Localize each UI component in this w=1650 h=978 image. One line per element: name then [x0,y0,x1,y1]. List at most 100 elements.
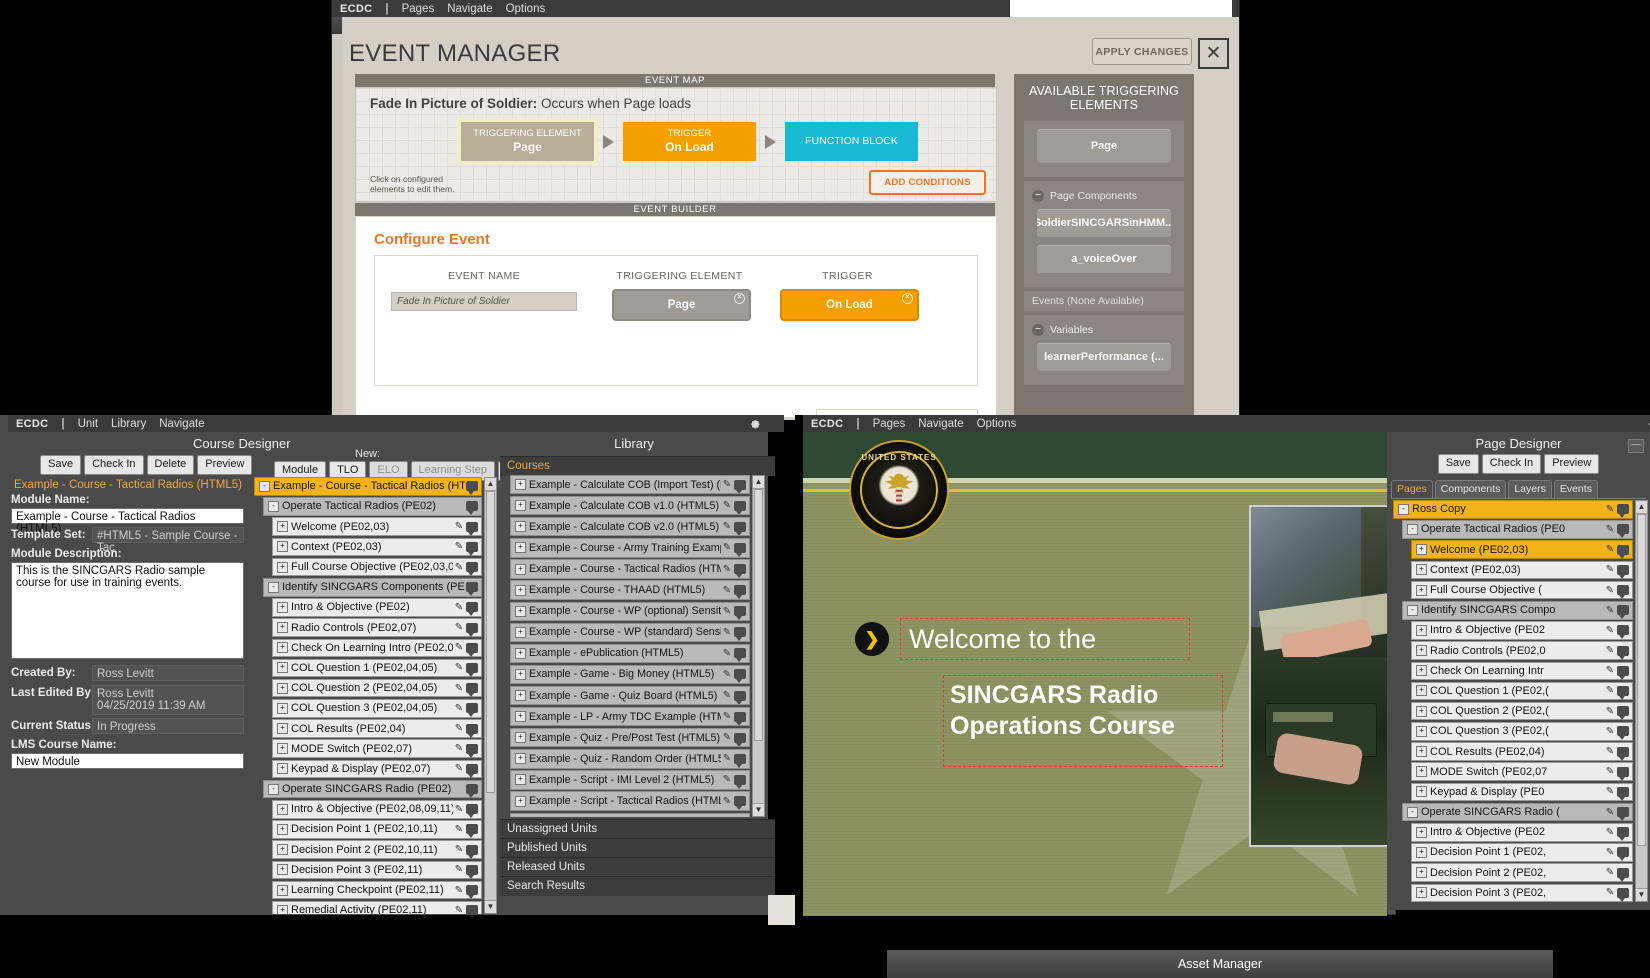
tree-item[interactable]: - Operate Tactical Radios (PE0 ✎ [1402,520,1633,539]
comment-bubble-icon[interactable] [734,732,746,747]
library-scroll-thumb[interactable] [754,489,763,741]
comment-bubble-icon[interactable] [1617,746,1629,761]
chip-triggering-element-remove-icon[interactable]: × [734,293,745,304]
tree-item[interactable]: + Context (PE02,03) ✎ [1411,560,1633,580]
comment-bubble-icon[interactable] [466,481,478,496]
comment-bubble-icon[interactable] [466,562,478,577]
edit-pencil-icon[interactable]: ✎ [1604,746,1616,757]
expand-toggle-icon[interactable]: + [1416,544,1427,556]
event-name-input[interactable]: Fade In Picture of Soldier [391,292,577,311]
collapse-toggle-icon[interactable]: - [1407,523,1418,535]
edit-pencil-icon[interactable]: ✎ [1604,706,1616,717]
expand-toggle-icon[interactable]: + [277,682,288,694]
comment-bubble-icon[interactable] [734,648,746,663]
menu-item-library[interactable]: Library [111,418,146,430]
rail-component-voiceover[interactable]: a_voiceOver [1036,244,1172,274]
edit-pencil-icon[interactable]: ✎ [1604,887,1616,898]
expand-toggle-icon[interactable]: + [277,622,288,634]
slide-preview[interactable]: UNITED STATES ❯ Welcome to the SINCGARS … [803,432,1387,916]
library-list-item[interactable]: + Example - Course - Tactical Radios (HTM… [510,559,750,579]
comment-bubble-icon[interactable] [466,683,478,698]
library-list-item[interactable]: + Example - Course - WP (optional) Sensit… [510,601,750,621]
comment-bubble-icon[interactable] [1617,645,1629,660]
library-list-item[interactable]: + Example - Game - Quiz Board (HTML5) ✎ [510,685,750,706]
tree-item[interactable]: + Welcome (PE02,03) ✎ [1411,540,1633,559]
page-tree-scroll-thumb[interactable] [1637,514,1646,846]
comment-bubble-icon[interactable] [466,763,478,778]
tree-item[interactable]: + MODE Switch (PE02,07) ✎ [272,739,482,759]
comment-bubble-icon[interactable] [734,627,746,641]
menu-item-navigate-pd[interactable]: Navigate [918,418,963,430]
library-list-item[interactable]: + Example - Calculate COB v2.0 (HTML5) ✎ [510,517,750,537]
tab-events[interactable]: Events [1553,479,1598,498]
expand-toggle-icon[interactable]: + [1416,766,1427,778]
edit-pencil-icon[interactable]: ✎ [453,864,465,875]
expand-toggle-icon[interactable]: + [277,662,288,674]
edit-pencil-icon[interactable]: ✎ [721,585,733,596]
library-list-item[interactable]: + Example - Game - Big Money (HTML5) ✎ [510,664,750,685]
collapse-toggle-icon[interactable]: - [268,500,279,512]
edit-pencil-icon[interactable]: ✎ [453,804,465,815]
edit-pencil-icon[interactable]: ✎ [1604,786,1616,797]
expand-toggle-icon[interactable]: + [515,605,526,617]
comment-bubble-icon[interactable] [1617,544,1629,559]
rail-component-soldier[interactable]: SoldierSINCGARSinHMM... [1036,208,1172,238]
comment-bubble-icon[interactable] [734,564,746,578]
expand-toggle-icon[interactable]: + [277,864,288,876]
tree-item[interactable]: + Learning Checkpoint (PE02,11) ✎ [272,880,482,900]
expand-toggle-icon[interactable]: + [277,743,288,755]
edit-pencil-icon[interactable]: ✎ [1604,827,1616,838]
comment-bubble-icon[interactable] [466,521,478,536]
expand-toggle-icon[interactable]: + [515,711,526,723]
comment-bubble-icon[interactable] [466,541,478,556]
tree-item[interactable]: + Decision Point 2 (PE02,10,11) ✎ [272,840,482,859]
edit-pencil-icon[interactable]: ✎ [721,669,733,680]
edit-pencil-icon[interactable]: ✎ [721,521,733,532]
tree-item[interactable]: + Radio Controls (PE02,0 ✎ [1411,641,1633,660]
library-list-item[interactable]: +Example - Course - Army Training Exampl… [510,538,750,558]
expand-toggle-icon[interactable]: + [515,668,526,680]
expand-toggle-icon[interactable]: + [1416,584,1427,596]
comment-bubble-icon[interactable] [1617,685,1629,700]
edit-pencil-icon[interactable]: ✎ [453,662,465,673]
library-scroll-down-icon[interactable]: ▼ [753,803,764,816]
comment-bubble-icon[interactable] [466,622,478,637]
expand-toggle-icon[interactable]: + [277,541,288,553]
expand-toggle-icon[interactable]: + [277,844,288,856]
add-conditions-button[interactable]: ADD CONDITIONS [869,170,986,195]
tree-item[interactable]: + Intro & Objective (PE02 ✎ [1411,823,1633,842]
edit-pencil-icon[interactable]: ✎ [1604,645,1616,656]
library-list-item[interactable]: + Example - Course - THAAD (HTML5) ✎ [510,580,750,600]
edit-pencil-icon[interactable]: ✎ [1604,605,1616,616]
edit-pencil-icon[interactable]: ✎ [1604,766,1616,777]
comment-bubble-icon[interactable] [734,606,746,620]
slide-textbox-line1[interactable]: Welcome to the [900,618,1190,660]
edit-pencil-icon[interactable]: ✎ [721,648,733,659]
collapse-toggle-icon[interactable]: - [268,581,279,593]
lms-course-name-input[interactable]: New Module [11,753,244,769]
expand-toggle-icon[interactable]: + [277,763,288,775]
edit-pencil-icon[interactable]: ✎ [721,542,733,553]
edit-pencil-icon[interactable]: ✎ [453,905,465,914]
rail-button-page[interactable]: Page [1036,128,1172,164]
comment-bubble-icon[interactable] [466,723,478,738]
edit-pencil-icon[interactable]: ✎ [1604,504,1616,515]
comment-bubble-icon[interactable] [734,774,746,789]
menu-item-pages-pd[interactable]: Pages [873,418,906,430]
comment-bubble-icon[interactable] [734,711,746,726]
expand-toggle-icon[interactable]: + [1416,725,1427,737]
comment-bubble-icon[interactable] [466,501,478,516]
save-button[interactable]: Save [40,455,82,475]
menu-item-options[interactable]: Options [506,3,546,15]
comment-bubble-icon[interactable] [466,864,478,879]
tree-item[interactable]: + Keypad & Display (PE02,07) ✎ [272,759,482,779]
tree-item[interactable]: + Context (PE02,03) ✎ [272,537,482,557]
expand-toggle-icon[interactable]: + [277,904,288,914]
tree-item[interactable]: + Keypad & Display (PE0 ✎ [1411,782,1633,802]
edit-pencil-icon[interactable]: ✎ [721,627,733,638]
comment-bubble-icon[interactable] [466,844,478,859]
comment-bubble-icon[interactable] [734,585,746,599]
tree-item[interactable]: + Intro & Objective (PE02) ✎ [272,598,482,617]
edit-pencil-icon[interactable]: ✎ [453,763,465,774]
flow-triggering-element[interactable]: TRIGGERING ELEMENT Page [461,122,594,161]
